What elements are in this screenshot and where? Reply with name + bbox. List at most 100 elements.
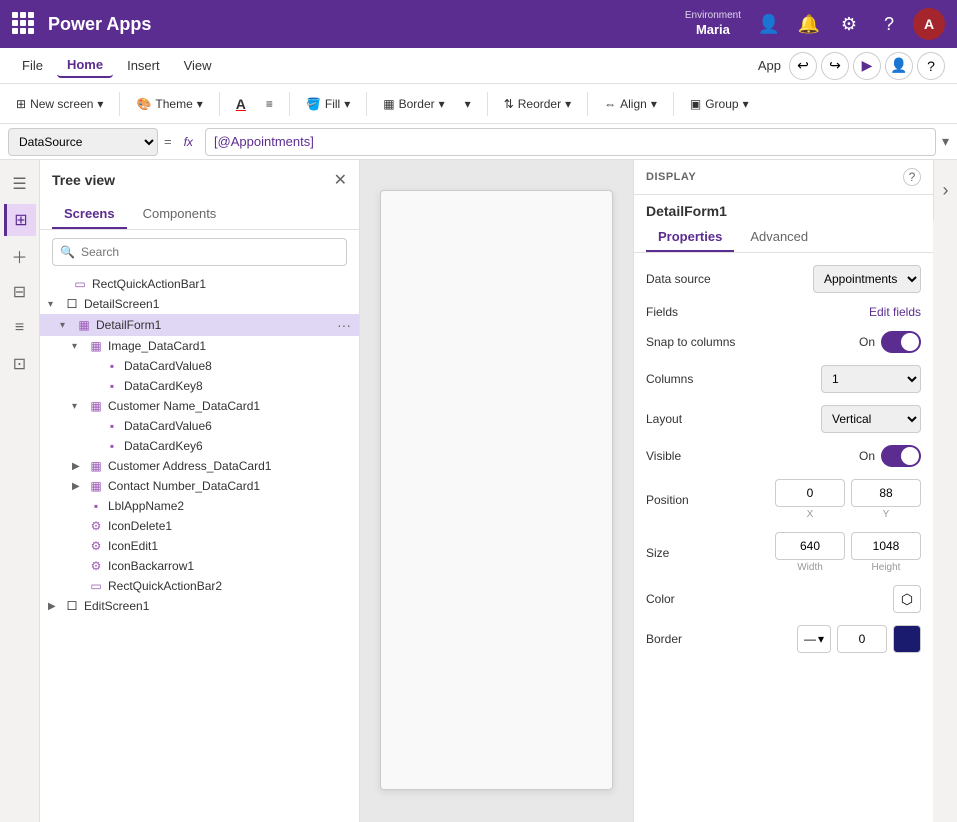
equals-sign: =	[164, 134, 172, 149]
data-source-select[interactable]: Appointments	[813, 265, 921, 293]
left-icon-menu[interactable]: ☰	[4, 168, 36, 200]
left-icon-plus[interactable]: ＋	[4, 240, 36, 272]
screen2-icon: ☐	[64, 599, 80, 613]
list-item[interactable]: ⚙ IconBackarrow1	[40, 556, 359, 576]
datacard-icon: ▦	[88, 459, 104, 473]
item-label: LblAppName2	[108, 499, 351, 513]
left-icon-variables[interactable]: ≡	[4, 312, 36, 344]
item-label: DataCardValue6	[124, 419, 351, 433]
reorder-chevron: ▾	[565, 97, 571, 111]
list-item[interactable]: ▾ ☐ DetailScreen1	[40, 294, 359, 314]
list-item[interactable]: ▪ DataCardKey8	[40, 376, 359, 396]
tree-tab-components[interactable]: Components	[131, 200, 229, 229]
person-button[interactable]: 👤	[885, 52, 913, 80]
font-color-button[interactable]: A	[228, 92, 254, 116]
menu-home[interactable]: Home	[57, 53, 113, 78]
item-label: Customer Name_DataCard1	[108, 399, 351, 413]
item-label: Customer Address_DataCard1	[108, 459, 351, 473]
group-button[interactable]: ▣ Group ▾	[682, 93, 757, 115]
list-item[interactable]: ▪ DataCardValue6	[40, 416, 359, 436]
position-x-input[interactable]	[775, 479, 845, 507]
list-item[interactable]: ▭ RectQuickActionBar1	[40, 274, 359, 294]
fill-button[interactable]: 🪣 Fill ▾	[298, 93, 358, 115]
app-grid-icon[interactable]	[12, 12, 36, 36]
tree-close-button[interactable]: ✕	[334, 170, 347, 190]
snap-toggle[interactable]	[881, 331, 921, 353]
help-icon[interactable]: ?	[873, 8, 905, 40]
layout-row: Layout Vertical	[646, 405, 921, 433]
theme-button[interactable]: 🎨 Theme ▾	[128, 93, 210, 115]
color-row: Color ⬡	[646, 585, 921, 613]
nav-expand-arrow[interactable]: ›	[933, 160, 957, 220]
list-item[interactable]: ▶ ☐ EditScreen1	[40, 596, 359, 616]
toolbar-sep-1	[119, 92, 120, 116]
left-icon-layers[interactable]: ⊞	[4, 204, 36, 236]
border-style-select[interactable]: — ▾	[797, 625, 831, 653]
undo-button[interactable]: ↩	[789, 52, 817, 80]
play-button[interactable]: ▶	[853, 52, 881, 80]
rect2-icon: ▭	[88, 579, 104, 593]
columns-select[interactable]: 1	[821, 365, 921, 393]
list-item[interactable]: ▪ LblAppName2	[40, 496, 359, 516]
reorder-button[interactable]: ⇅ Reorder ▾	[496, 93, 579, 115]
visible-label: Visible	[646, 449, 681, 463]
color-picker-button[interactable]: ⬡	[893, 585, 921, 613]
list-item[interactable]: ▶ ▦ Contact Number_DataCard1	[40, 476, 359, 496]
position-y-input[interactable]	[851, 479, 921, 507]
width-input[interactable]	[775, 532, 845, 560]
left-icon-data[interactable]: ⊟	[4, 276, 36, 308]
tree-tab-screens[interactable]: Screens	[52, 200, 127, 229]
chevron-down-button[interactable]: ▾	[457, 93, 479, 115]
columns-row: Columns 1	[646, 365, 921, 393]
layout-select[interactable]: Vertical	[821, 405, 921, 433]
visible-toggle[interactable]	[881, 445, 921, 467]
top-bar-right: 👤 🔔 ⚙ ? A	[753, 8, 945, 40]
border-value-input[interactable]	[837, 625, 887, 653]
tree-search-input[interactable]	[52, 238, 347, 266]
formula-input[interactable]	[205, 128, 936, 156]
list-item[interactable]: ▪ DataCardKey6	[40, 436, 359, 456]
height-input[interactable]	[851, 532, 921, 560]
help-menu-button[interactable]: ?	[917, 52, 945, 80]
fx-button[interactable]: fx	[178, 133, 199, 151]
app-label[interactable]: App	[758, 58, 781, 73]
redo-button[interactable]: ↪	[821, 52, 849, 80]
person-search-icon[interactable]: 👤	[753, 8, 785, 40]
position-y-box: Y	[851, 479, 921, 520]
property-select[interactable]: DataSource	[8, 128, 158, 156]
toggle-knob-2	[901, 447, 919, 465]
menu-view[interactable]: View	[174, 54, 222, 77]
tree-title: Tree view	[52, 172, 115, 188]
list-item[interactable]: ▾ ▦ Image_DataCard1	[40, 336, 359, 356]
formula-chevron[interactable]: ▾	[942, 133, 949, 150]
right-header: DISPLAY ?	[634, 160, 933, 195]
new-screen-button[interactable]: ⊞ New screen ▾	[8, 93, 111, 115]
list-item[interactable]: ⚙ IconEdit1	[40, 536, 359, 556]
list-item[interactable]: ▪ DataCardValue8	[40, 356, 359, 376]
list-item[interactable]: ▾ ▦ Customer Name_DataCard1	[40, 396, 359, 416]
border-color-swatch[interactable]	[893, 625, 921, 653]
fill-chevron: ▾	[344, 97, 350, 111]
item-label: RectQuickActionBar1	[92, 277, 351, 291]
list-item[interactable]: ▭ RectQuickActionBar2	[40, 576, 359, 596]
item-label: DetailScreen1	[84, 297, 351, 311]
edit-fields-link[interactable]: Edit fields	[869, 305, 921, 319]
border-button[interactable]: ▦ Border ▾	[375, 93, 452, 115]
align-text-button[interactable]: ⇔ Align ▾	[596, 93, 665, 115]
bell-icon[interactable]: 🔔	[793, 8, 825, 40]
menu-insert[interactable]: Insert	[117, 54, 170, 77]
display-help-icon[interactable]: ?	[903, 168, 921, 186]
avatar[interactable]: A	[913, 8, 945, 40]
settings-icon[interactable]: ⚙	[833, 8, 865, 40]
left-icon-media[interactable]: ⊡	[4, 348, 36, 380]
list-item[interactable]: ⚙ IconDelete1	[40, 516, 359, 536]
tab-properties[interactable]: Properties	[646, 223, 734, 252]
menu-file[interactable]: File	[12, 54, 53, 77]
width-label: Width	[797, 562, 823, 573]
list-item[interactable]: ▾ ▦ DetailForm1 ···	[40, 314, 359, 336]
list-item[interactable]: ▶ ▦ Customer Address_DataCard1	[40, 456, 359, 476]
more-options-icon[interactable]: ···	[337, 317, 351, 333]
align-button[interactable]: ≡	[258, 93, 281, 115]
tab-advanced[interactable]: Advanced	[738, 223, 820, 252]
icon-delete-icon: ⚙	[88, 519, 104, 533]
